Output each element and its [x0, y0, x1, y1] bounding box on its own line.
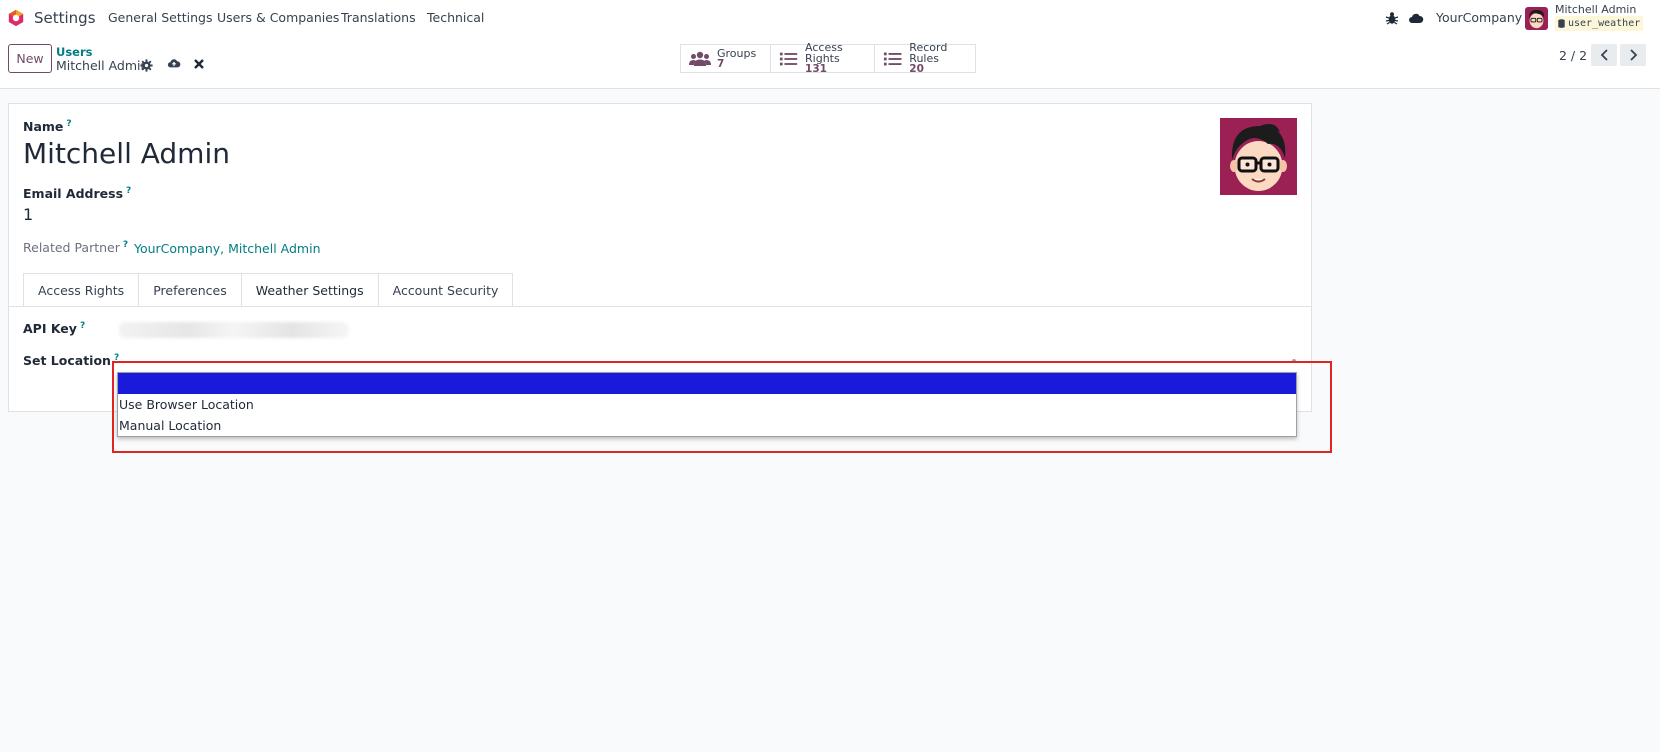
database-icon	[1558, 19, 1565, 28]
breadcrumb-users[interactable]: Users	[56, 45, 93, 59]
form-sheet: Name? Mitchell Admin Email Address? 1 Re…	[8, 103, 1312, 412]
chevron-left-icon	[1600, 49, 1608, 61]
database-badge: user_weather	[1555, 16, 1644, 31]
cloud-save-icon[interactable]	[167, 56, 181, 70]
dropdown-option-empty[interactable]	[118, 373, 1296, 394]
select-caret-indicator	[1292, 359, 1296, 363]
menu-translations[interactable]: Translations	[341, 10, 416, 25]
menu-technical[interactable]: Technical	[427, 10, 484, 25]
access-rights-label: Access Rights	[805, 41, 843, 65]
top-navbar: Settings General Settings Users & Compan…	[0, 0, 1660, 36]
notebook-tabs: Access Rights Preferences Weather Settin…	[23, 273, 514, 307]
partner-label: Related Partner?	[23, 240, 128, 255]
tab-preferences[interactable]: Preferences	[138, 273, 241, 307]
groups-label: Groups	[717, 46, 757, 60]
discard-icon[interactable]	[193, 58, 205, 70]
partner-label-text: Related Partner	[23, 240, 120, 256]
email-label: Email Address?	[23, 186, 131, 201]
set-location-label-text: Set Location	[23, 353, 111, 369]
email-label-text: Email Address	[23, 186, 124, 202]
email-field[interactable]: 1	[23, 205, 33, 224]
new-button[interactable]: New	[8, 44, 52, 73]
pager-next-button[interactable]	[1620, 44, 1646, 66]
name-label-text: Name	[23, 119, 64, 135]
chevron-right-icon	[1629, 49, 1637, 61]
pager-previous-button[interactable]	[1591, 44, 1617, 66]
tab-access-rights[interactable]: Access Rights	[23, 273, 139, 307]
list-icon	[779, 52, 798, 65]
set-location-dropdown[interactable]: Use Browser Location Manual Location	[117, 372, 1297, 437]
set-location-label: Set Location?	[23, 353, 119, 368]
access-rights-count: 131	[805, 63, 827, 75]
related-partner-link[interactable]: YourCompany, Mitchell Admin	[134, 241, 321, 256]
user-avatar[interactable]	[1525, 7, 1548, 30]
menu-users-companies[interactable]: Users & Companies	[217, 10, 339, 25]
tabs-divider	[9, 306, 1311, 307]
dropdown-option-manual-location[interactable]: Manual Location	[118, 415, 1296, 436]
bug-icon[interactable]	[1384, 10, 1400, 26]
name-label: Name?	[23, 119, 72, 134]
location-help-tooltip[interactable]: ?	[114, 353, 119, 363]
access-rights-smart-button[interactable]: Access Rights 131	[771, 41, 875, 75]
dropdown-option-browser-location[interactable]: Use Browser Location	[118, 394, 1296, 415]
tab-account-security[interactable]: Account Security	[377, 273, 514, 307]
list-icon	[883, 52, 902, 65]
groups-count: 7	[717, 57, 725, 70]
app-name[interactable]: Settings	[34, 9, 96, 27]
gear-icon[interactable]	[140, 59, 153, 72]
smart-buttons: Groups 7 Access Rights 131 Record Rules …	[680, 41, 976, 75]
api-key-field[interactable]	[119, 322, 349, 338]
menu-general-settings[interactable]: General Settings	[108, 10, 213, 25]
api-key-help-tooltip[interactable]: ?	[80, 321, 85, 331]
pager-value[interactable]: 2 / 2	[1559, 48, 1587, 63]
record-title: Mitchell Admin	[56, 58, 149, 73]
name-field[interactable]: Mitchell Admin	[23, 137, 230, 170]
cloud-icon[interactable]	[1408, 10, 1424, 26]
user-avatar-image[interactable]	[1220, 118, 1297, 195]
groups-smart-button[interactable]: Groups 7	[681, 45, 771, 72]
users-icon	[689, 51, 711, 66]
email-help-tooltip[interactable]: ?	[126, 186, 131, 196]
api-key-label-text: API Key	[23, 321, 77, 337]
record-rules-label: Record Rules	[909, 41, 948, 65]
partner-help-tooltip[interactable]: ?	[123, 240, 128, 250]
name-help-tooltip[interactable]: ?	[66, 119, 71, 129]
database-name: user_weather	[1568, 18, 1641, 29]
record-rules-count: 20	[909, 63, 924, 75]
control-panel: New Users Mitchell Admin Groups 7 Access…	[0, 36, 1660, 89]
company-switcher[interactable]: YourCompany	[1436, 10, 1522, 25]
odoo-logo-icon[interactable]	[7, 9, 25, 27]
api-key-label: API Key?	[23, 321, 85, 336]
record-rules-smart-button[interactable]: Record Rules 20	[875, 41, 975, 75]
user-name[interactable]: Mitchell Admin	[1555, 3, 1636, 16]
tab-weather-settings[interactable]: Weather Settings	[240, 273, 378, 307]
